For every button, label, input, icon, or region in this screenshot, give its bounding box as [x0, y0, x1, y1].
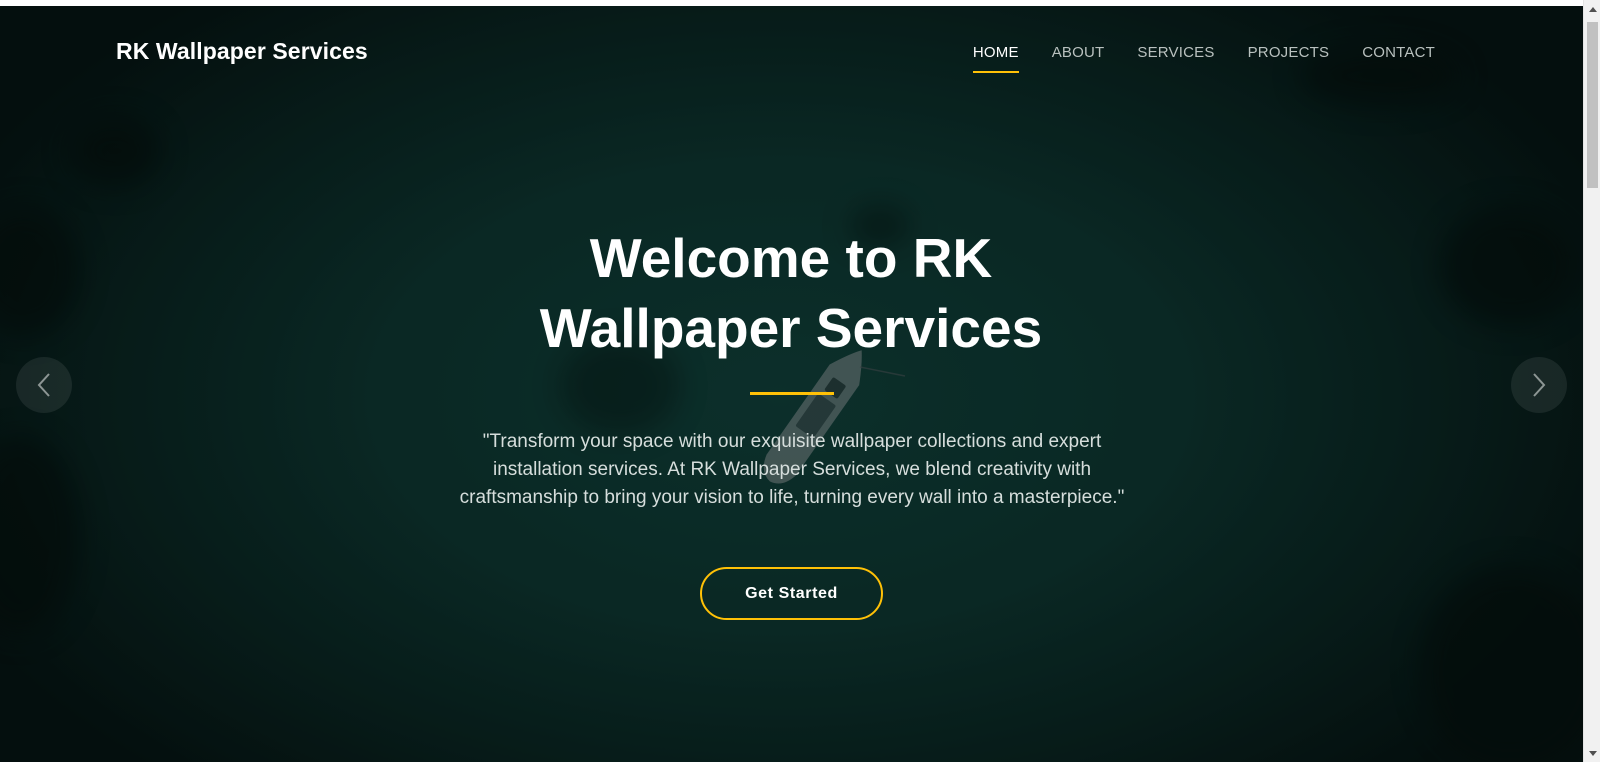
caret-up-icon — [1588, 6, 1597, 12]
carousel-prev-button[interactable] — [16, 357, 72, 413]
main-nav: HOME ABOUT SERVICES PROJECTS CONTACT — [972, 44, 1435, 73]
hero-title: Welcome to RK Wallpaper Services — [491, 223, 1091, 363]
caret-down-icon — [1588, 750, 1597, 756]
hero-title-line-2: Wallpaper Services — [539, 297, 1043, 359]
scrollbar-thumb[interactable] — [1587, 22, 1598, 188]
nav-home[interactable]: HOME — [972, 44, 1019, 73]
page-scrollbar[interactable] — [1583, 0, 1600, 762]
page-viewport: RK Wallpaper Services HOME ABOUT SERVICE… — [0, 6, 1583, 762]
scroll-down-button[interactable] — [1584, 745, 1600, 762]
hero-section: RK Wallpaper Services HOME ABOUT SERVICE… — [0, 6, 1583, 762]
brand-logo-text[interactable]: RK Wallpaper Services — [116, 38, 368, 65]
nav-about[interactable]: ABOUT — [1052, 44, 1105, 61]
chevron-right-icon — [1533, 373, 1546, 397]
nav-contact[interactable]: CONTACT — [1362, 44, 1435, 61]
hero-overlay — [0, 6, 1583, 762]
nav-services[interactable]: SERVICES — [1137, 44, 1214, 61]
hero-description: "Transform your space with our exquisite… — [459, 431, 1125, 508]
get-started-button[interactable]: Get Started — [700, 567, 883, 620]
site-header: RK Wallpaper Services HOME ABOUT SERVICE… — [0, 6, 1583, 106]
nav-projects[interactable]: PROJECTS — [1248, 44, 1330, 61]
title-divider — [750, 392, 834, 395]
scroll-up-button[interactable] — [1584, 0, 1600, 17]
carousel-next-button[interactable] — [1511, 357, 1567, 413]
hero-title-line-1: Welcome to RK — [589, 227, 993, 289]
chevron-left-icon — [37, 373, 50, 397]
